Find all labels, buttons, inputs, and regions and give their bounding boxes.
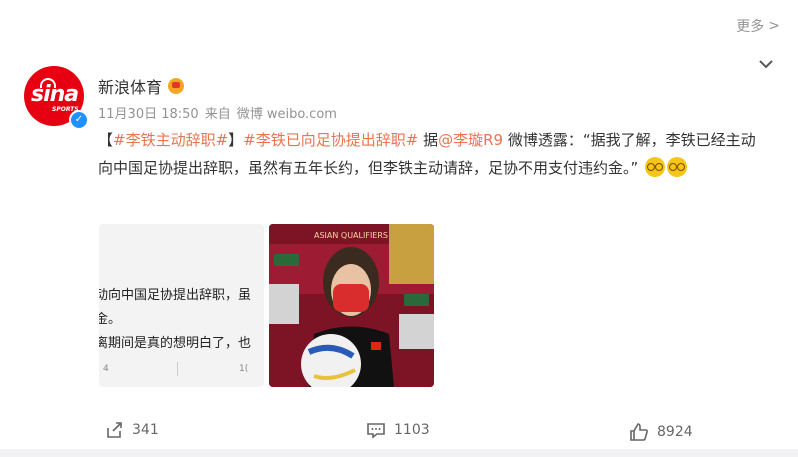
like-button[interactable]: 8924 [629,422,693,442]
verified-badge-icon: ✓ [69,110,89,130]
photo-banner-text: ASIAN QUALIFIERS [314,231,388,240]
emoji-icon [645,157,666,177]
chevron-down-icon[interactable] [758,58,774,70]
crown-badge-icon[interactable] [168,78,185,94]
mention-link[interactable]: @李璇R9 [438,131,503,149]
content-text-ju: 据 [418,131,439,149]
bracket-close: 】 [228,131,244,149]
emoji-icon [667,157,688,177]
post-meta: 11月30日 18:50 来自 微博 weibo.com [98,103,337,122]
image-share-count: 4 [103,364,109,374]
comment-icon [367,423,385,439]
topic-link-submitted[interactable]: #李铁已向足协提出辞职# [243,131,418,149]
share-count: 341 [132,422,159,438]
author-name-row: 新浪体育 [98,74,185,98]
image-text-line: 动向中国足协提出辞职，虽 [99,288,252,303]
topic-link-resignation[interactable]: #李铁主动辞职# [113,131,228,149]
author-name[interactable]: 新浪体育 [98,74,162,98]
chevron-right-icon: > [768,18,780,34]
comment-button[interactable]: 1103 [366,420,430,440]
post-image-photo[interactable]: ASIAN QUALIFIERS [269,224,434,387]
like-count: 8924 [657,424,693,440]
share-button[interactable]: 341 [104,420,159,440]
thumbs-up-icon [630,423,648,441]
avatar-logo-text: sina [31,82,79,107]
more-button[interactable]: 更多 > [736,16,780,36]
more-label: 更多 [736,19,765,35]
share-icon [107,422,122,438]
source-prefix: 来自 [204,107,231,122]
image-divider [177,362,178,376]
comment-count: 1103 [394,422,430,438]
source-app: 微博 weibo.com [236,107,337,122]
press-conference-photo: ASIAN QUALIFIERS [269,224,434,387]
image-comment-count: 1( [239,364,249,374]
bracket-open: 【 [98,131,114,149]
post-content: 【#李铁主动辞职#】#李铁已向足协提出辞职# 据@李璇R9 微博透露：“据我了解… [98,126,768,182]
image-text-line: 金。 [99,312,122,327]
card-divider [0,449,798,457]
post-time[interactable]: 11月30日 18:50 [98,103,199,122]
image-text-line: 离期间是真的想明白了，也 [99,336,252,351]
post-image-screenshot[interactable]: 动向中国足协提出辞职，虽 金。 离期间是真的想明白了，也 4 1( [99,224,264,387]
action-bar: 341 1103 8924 [0,420,798,444]
